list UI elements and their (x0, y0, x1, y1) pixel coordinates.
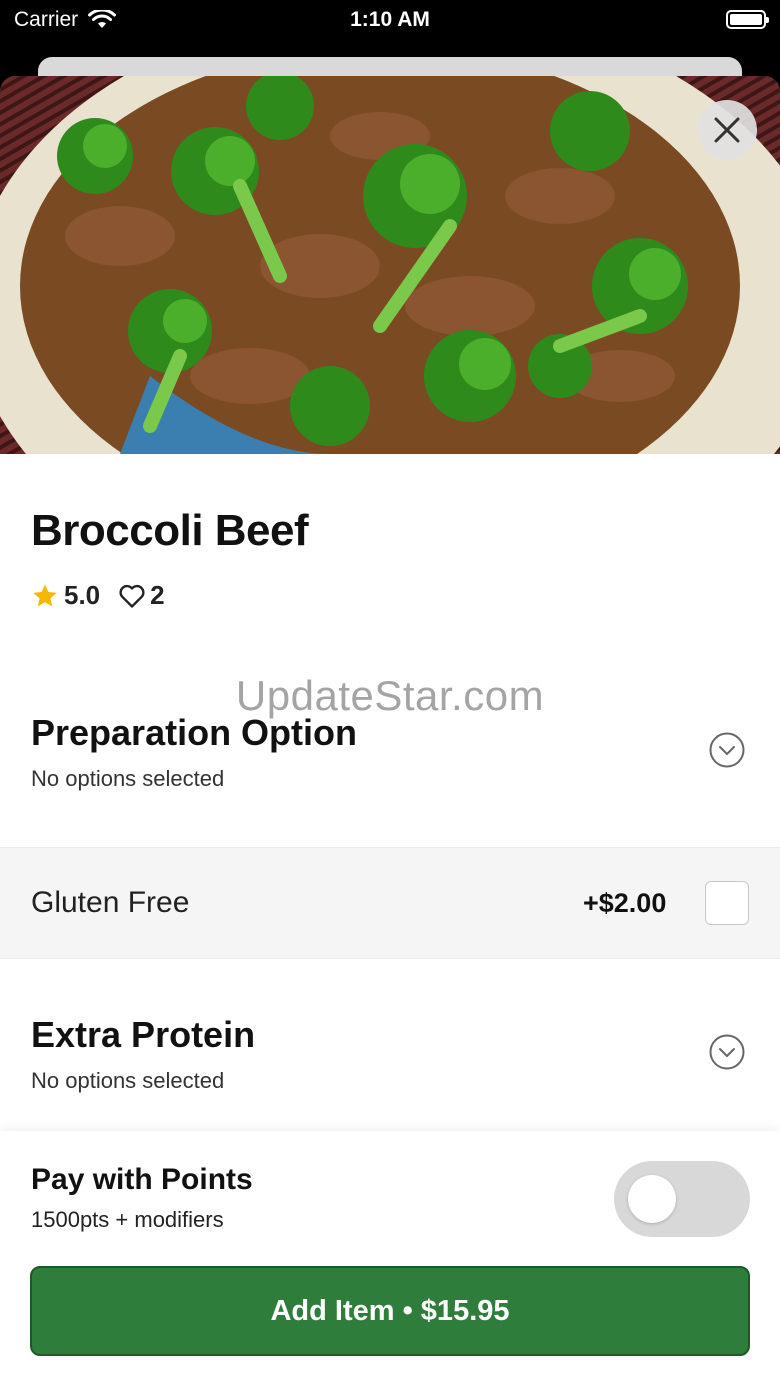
item-meta: 5.0 2 (31, 580, 165, 611)
status-bar: Carrier 1:10 AM (0, 0, 780, 56)
option-checkbox[interactable] (705, 881, 749, 925)
item-title: Broccoli Beef (31, 506, 309, 555)
section-subtitle: No options selected (31, 1068, 225, 1093)
item-detail-sheet: Broccoli Beef 5.0 2 UpdateStar.com Prepa… (0, 76, 780, 1387)
chevron-down-icon[interactable] (709, 732, 745, 768)
close-button[interactable] (697, 100, 757, 160)
pay-with-points-toggle[interactable] (614, 1161, 750, 1237)
add-item-button[interactable]: Add Item • $15.95 (30, 1266, 750, 1356)
section-subtitle: No options selected (31, 766, 225, 791)
battery-icon (726, 10, 769, 29)
option-gluten-free[interactable]: Gluten Free +$2.00 (0, 847, 780, 959)
section-title: Preparation Option (31, 712, 358, 753)
item-photo (0, 76, 780, 454)
pay-with-points-title: Pay with Points (31, 1163, 253, 1196)
option-price: +$2.00 (583, 888, 667, 918)
option-label: Gluten Free (31, 886, 190, 919)
likes-count: 2 (150, 580, 165, 610)
checkout-panel: Pay with Points 1500pts + modifiers Add … (0, 1131, 780, 1387)
status-time: 1:10 AM (350, 8, 430, 31)
rating-value: 5.0 (64, 580, 101, 610)
close-icon (714, 117, 740, 143)
star-icon (33, 583, 57, 606)
chevron-down-icon[interactable] (709, 1034, 745, 1070)
heart-icon[interactable] (118, 583, 146, 609)
toggle-knob (628, 1175, 676, 1223)
section-title: Extra Protein (31, 1014, 256, 1055)
pay-with-points-subtitle: 1500pts + modifiers (31, 1207, 224, 1232)
